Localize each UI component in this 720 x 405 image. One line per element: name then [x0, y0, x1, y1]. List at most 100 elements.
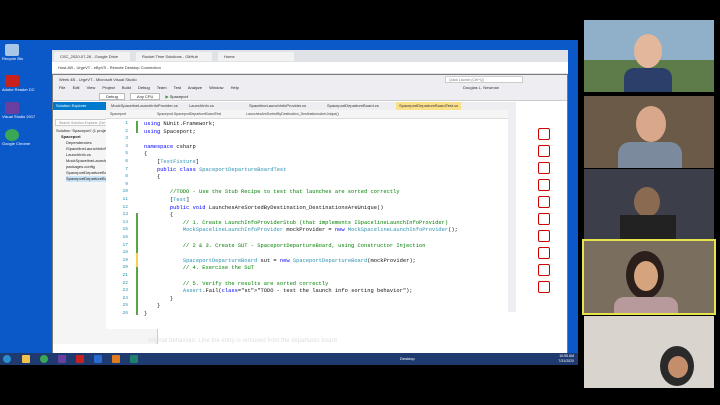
doc-tab[interactable]: LaunchInfo.cs — [186, 102, 217, 110]
desktop-icon-visual-studio[interactable]: Visual Studio 2017 — [2, 102, 35, 119]
line-number: 10 — [122, 189, 128, 195]
code-line[interactable]: } — [144, 303, 160, 309]
menu-analyze[interactable]: Analyze — [188, 85, 202, 90]
browser-tab[interactable]: Rocket Time Solutions - GitHub — [136, 52, 212, 61]
line-number: 5 — [125, 151, 128, 157]
app-icon[interactable] — [538, 162, 550, 174]
video-tile[interactable] — [584, 20, 714, 92]
code-line[interactable]: Assert.Fail(class="st">"TODO - test the … — [144, 288, 413, 294]
app-icon[interactable] — [112, 355, 120, 363]
menu-view[interactable]: View — [87, 85, 96, 90]
menu-team[interactable]: Team — [157, 85, 167, 90]
code-line[interactable]: { — [144, 151, 147, 157]
code-line[interactable]: [Test] — [144, 197, 189, 203]
app-icon[interactable] — [76, 355, 84, 363]
video-tile-active[interactable] — [582, 239, 716, 315]
browser-tab[interactable]: Home — [218, 52, 294, 61]
taskbar-desktop-label[interactable]: Desktop — [400, 356, 415, 361]
code-line[interactable]: public class SpaceportDepartureBoardTest — [144, 167, 286, 173]
code-line[interactable]: MockSpacelineLaunchInfoProvider mockProv… — [144, 227, 458, 233]
explorer-icon[interactable] — [22, 355, 30, 363]
doc-tab[interactable]: MockSpacelineLaunchInfoProvider.cs — [108, 102, 181, 110]
line-number: 11 — [122, 197, 128, 202]
platform-dropdown[interactable]: Any CPU — [129, 93, 161, 100]
line-number: 7 — [125, 166, 128, 172]
app-icon[interactable] — [538, 281, 550, 293]
code-line[interactable]: using NUnit.Framework; — [144, 121, 215, 127]
chrome-icon[interactable] — [40, 355, 48, 363]
video-tile[interactable] — [584, 96, 714, 168]
app-icon[interactable] — [538, 230, 550, 242]
code-line[interactable]: // 5. Verify the results are sorted corr… — [144, 281, 329, 287]
menu-build[interactable]: Build — [122, 85, 131, 90]
code-editor[interactable]: 1 using NUnit.Framework; 2 using Spaceport;… — [106, 119, 508, 329]
nav-project-dropdown[interactable]: Spaceport — [110, 112, 126, 116]
line-number: 25 — [122, 303, 128, 309]
desktop-icon-adobe-reader[interactable]: Adobe Reader DC — [2, 75, 35, 92]
user-name[interactable]: Douglas L. Newman — [463, 84, 499, 92]
menu-project[interactable]: Project — [102, 85, 114, 90]
config-dropdown[interactable]: Debug — [99, 93, 125, 100]
line-number: 1 — [125, 121, 128, 126]
video-tile[interactable] — [584, 169, 714, 241]
code-line[interactable]: } — [144, 296, 173, 302]
menu-window[interactable]: Window — [209, 85, 223, 90]
line-number: 8 — [125, 174, 128, 180]
code-line[interactable]: { — [144, 174, 160, 180]
doc-tab[interactable]: SpacelineLaunchInfoProvider.cs — [246, 102, 309, 110]
code-line[interactable]: // 2 & 3. Create SUT - SpaceportDepartur… — [144, 243, 426, 249]
menu-test[interactable]: Test — [174, 85, 181, 90]
line-number: 12 — [122, 204, 128, 210]
code-line[interactable]: namespace csharp — [144, 144, 196, 150]
vs-toolbar: Debug Any CPU ▶ Spaceport — [53, 92, 567, 101]
side-app-icons — [528, 128, 550, 298]
code-line[interactable]: // 1. Create LaunchInfoProviderStub (tha… — [144, 220, 448, 226]
menu-file[interactable]: File — [59, 85, 65, 90]
menu-edit[interactable]: Edit — [73, 85, 80, 90]
line-number: 20 — [122, 265, 128, 271]
doc-tab-active[interactable]: SpaceportDepartureBoardTest.cs — [396, 102, 462, 110]
browser-tab[interactable]: CSC_2020-07-28 - Google Drive — [54, 52, 130, 61]
app-icon[interactable] — [538, 213, 550, 225]
line-number: 2 — [125, 128, 128, 134]
app-icon[interactable] — [538, 247, 550, 259]
code-line[interactable]: { — [144, 212, 173, 218]
browser-window: CSC_2020-07-28 - Google Drive Rocket Tim… — [52, 50, 568, 74]
start-button[interactable]: Spaceport — [170, 94, 188, 99]
code-line[interactable]: //TODO - Use the Stub Recipe to test tha… — [144, 189, 400, 195]
line-number: 21 — [122, 273, 128, 278]
code-line[interactable]: using Spaceport; — [144, 129, 196, 135]
app-icon[interactable] — [538, 145, 550, 157]
line-number: 19 — [122, 257, 128, 263]
nav-class-dropdown[interactable]: Spaceport.SpaceportDepartureBoardTest — [157, 112, 221, 116]
start-menu-icon[interactable] — [3, 355, 11, 363]
quick-launch-input[interactable]: Quick Launch (Ctrl+Q) — [445, 76, 523, 83]
line-number: 3 — [125, 136, 128, 142]
code-line[interactable]: // 4. Exercise the SUT — [144, 265, 254, 271]
line-number: 23 — [122, 288, 128, 294]
line-number: 16 — [122, 235, 128, 240]
code-line[interactable]: SpaceportDepartureBoard sut = new Spacep… — [144, 258, 416, 264]
code-line[interactable]: } — [144, 311, 147, 317]
app-icon[interactable] — [538, 264, 550, 276]
app-icon[interactable] — [130, 355, 138, 363]
doc-tab[interactable]: SpaceportDepartureBoard.cs — [324, 102, 382, 110]
video-tile[interactable] — [584, 316, 714, 388]
menu-help[interactable]: Help — [231, 85, 239, 90]
visual-studio-icon[interactable] — [58, 355, 66, 363]
nav-member-dropdown[interactable]: LaunchesAreSortedByDestination_Destinati… — [246, 112, 339, 116]
start-icon[interactable]: ▶ — [166, 94, 169, 99]
taskbar: Desktop 10:55 AM 7/31/2020 — [0, 353, 578, 365]
change-bar — [136, 121, 138, 133]
desktop-icon-chrome[interactable]: Google Chrome — [2, 129, 30, 146]
app-icon[interactable] — [94, 355, 102, 363]
change-bar — [136, 267, 138, 315]
code-line[interactable]: [TestFixture] — [144, 159, 199, 165]
app-icon[interactable] — [538, 196, 550, 208]
menu-debug[interactable]: Debug — [138, 85, 150, 90]
app-icon[interactable] — [538, 128, 550, 140]
app-icon[interactable] — [538, 179, 550, 191]
code-line[interactable]: public void LaunchesAreSortedByDestinati… — [144, 205, 384, 211]
change-bar — [136, 213, 138, 253]
desktop-icon-recycle-bin[interactable]: Recycle Bin — [2, 44, 23, 61]
